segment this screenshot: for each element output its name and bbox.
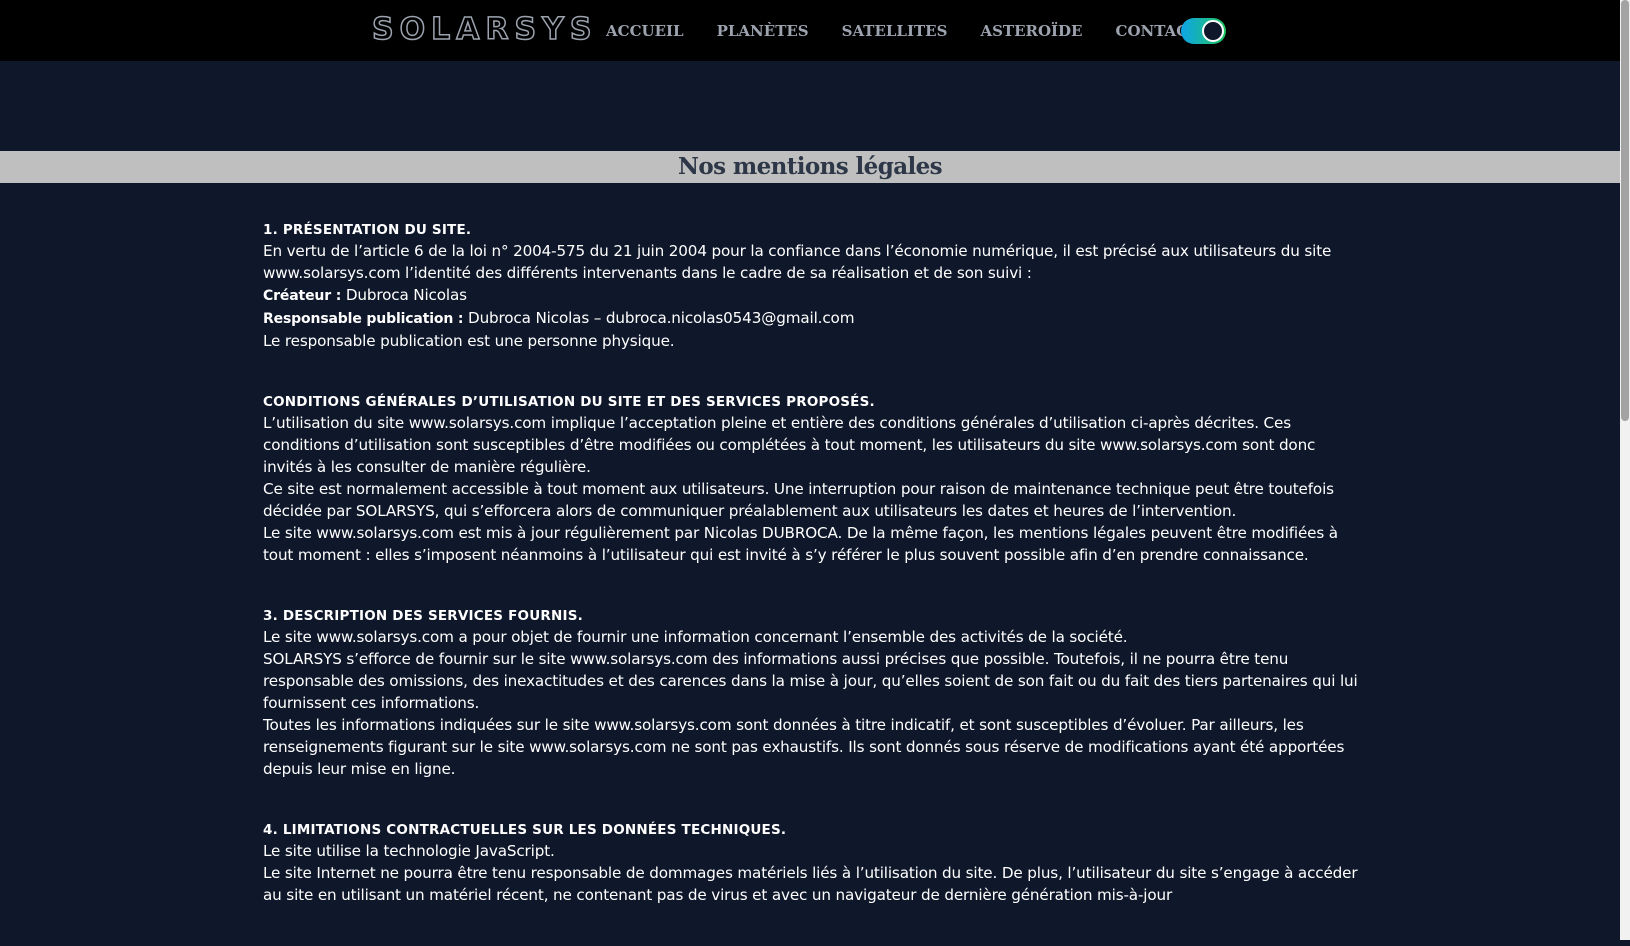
paragraph: L’utilisation du site www.solarsys.com i…	[263, 414, 1316, 476]
section-presentation: 1. PRÉSENTATION DU SITE. En vertu de l’a…	[263, 220, 1363, 352]
paragraph: Le site utilise la technologie JavaScrip…	[263, 842, 555, 860]
toggle-knob	[1202, 20, 1224, 42]
site-logo[interactable]: SOLARSYS	[371, 11, 597, 48]
theme-toggle[interactable]	[1181, 18, 1226, 44]
page-title: Nos mentions légales	[677, 153, 943, 180]
publisher-label: Responsable publication :	[263, 311, 464, 327]
title-band: Nos mentions légales	[0, 151, 1620, 183]
paragraph: SOLARSYS s’efforce de fournir sur le sit…	[263, 650, 1358, 712]
section-heading: CONDITIONS GÉNÉRALES D’UTILISATION DU SI…	[263, 394, 875, 410]
paragraph: Le site www.solarsys.com a pour objet de…	[263, 628, 1128, 646]
creator-line: Créateur : Dubroca Nicolas	[263, 284, 1363, 307]
section-services: 3. DESCRIPTION DES SERVICES FOURNIS. Le …	[263, 606, 1363, 780]
scrollbar-thumb[interactable]	[1621, 0, 1629, 421]
publisher-line: Responsable publication : Dubroca Nicola…	[263, 307, 1363, 330]
publisher-value: Dubroca Nicolas – dubroca.nicolas0543@gm…	[463, 309, 855, 327]
paragraph: En vertu de l’article 6 de la loi n° 200…	[263, 242, 1332, 282]
paragraph: Toutes les informations indiquées sur le…	[263, 716, 1345, 778]
main-nav: ACCUEIL PLANÈTES SATELLITES ASTEROÏDE CO…	[606, 21, 1232, 41]
section-limitations: 4. LIMITATIONS CONTRACTUELLES SUR LES DO…	[263, 820, 1363, 906]
section-cgu: CONDITIONS GÉNÉRALES D’UTILISATION DU SI…	[263, 392, 1363, 566]
nav-link-accueil[interactable]: ACCUEIL	[606, 21, 684, 41]
paragraph: Le responsable publication est une perso…	[263, 332, 675, 350]
section-heading: 4. LIMITATIONS CONTRACTUELLES SUR LES DO…	[263, 822, 787, 838]
nav-link-planetes[interactable]: PLANÈTES	[717, 21, 809, 41]
legal-content: 1. PRÉSENTATION DU SITE. En vertu de l’a…	[263, 220, 1363, 946]
vertical-scrollbar[interactable]	[1620, 0, 1630, 940]
section-heading: 3. DESCRIPTION DES SERVICES FOURNIS.	[263, 608, 583, 624]
creator-value: Dubroca Nicolas	[341, 286, 467, 304]
paragraph: Ce site est normalement accessible à tou…	[263, 480, 1334, 520]
nav-link-satellites[interactable]: SATELLITES	[842, 21, 948, 41]
top-navbar: SOLARSYS ACCUEIL PLANÈTES SATELLITES AST…	[0, 0, 1620, 61]
section-heading: 1. PRÉSENTATION DU SITE.	[263, 222, 472, 238]
paragraph: Le site Internet ne pourra être tenu res…	[263, 864, 1358, 904]
paragraph: Le site www.solarsys.com est mis à jour …	[263, 524, 1338, 564]
creator-label: Créateur :	[263, 288, 342, 304]
nav-link-asteroide[interactable]: ASTEROÏDE	[980, 21, 1082, 41]
